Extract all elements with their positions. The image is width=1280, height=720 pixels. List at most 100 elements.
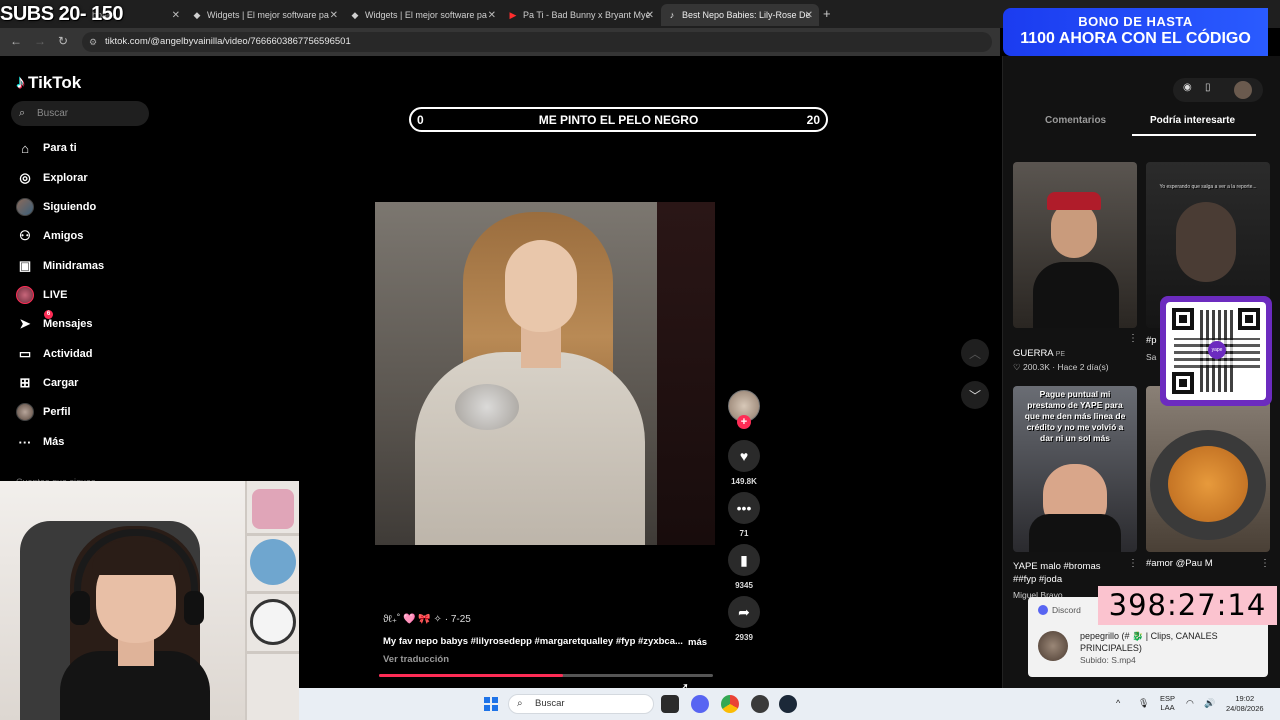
yape-qr-overlay: yape	[1160, 296, 1272, 406]
card-title[interactable]: YAPE malo #bromas ##fyp #joda	[1013, 560, 1123, 586]
sidebar-item-amigos[interactable]: ⚇ Amigos	[16, 226, 83, 246]
sidebar-item-para-ti[interactable]: ⌂ Para ti	[16, 138, 77, 158]
notification-message: pepegrillo (# 🐉 | Clips, CANALES PRINCIP…	[1080, 631, 1218, 653]
obs-app-icon[interactable]	[751, 695, 769, 713]
close-icon[interactable]: ✕	[330, 10, 338, 21]
more-options-icon[interactable]: ⋮	[1260, 558, 1270, 569]
share-count: 2939	[735, 633, 753, 642]
video-player[interactable]	[375, 202, 715, 545]
windows-start-icon[interactable]	[484, 697, 498, 711]
follow-plus-icon[interactable]: +	[737, 415, 751, 429]
new-tab-icon[interactable]: +	[823, 6, 831, 21]
sidebar-item-siguiendo[interactable]: Siguiendo	[16, 197, 96, 217]
comment-button[interactable]: ••• 71	[728, 492, 760, 538]
card-meta: ♡ 200.3K · Hace 2 día(s)	[1013, 362, 1109, 372]
tray-chevron-up-icon[interactable]: ^	[1116, 698, 1120, 708]
card-meta: Sa	[1146, 352, 1157, 362]
card-title[interactable]: #p	[1146, 335, 1157, 346]
tab-label: Best Nepo Babies: Lily-Rose De	[682, 10, 811, 20]
yape-logo-icon: yape	[1208, 341, 1226, 359]
next-video-chevron-down-icon[interactable]: ﹀	[961, 381, 989, 409]
user-avatar[interactable]	[1234, 81, 1252, 99]
sidebar-item-label: Más	[43, 436, 65, 448]
more-options-icon[interactable]: ⋮	[1128, 333, 1138, 344]
sidebar-item-minidramas[interactable]: ▣ Minidramas	[16, 256, 104, 276]
task-view-icon[interactable]	[661, 695, 679, 713]
tiktok-logo[interactable]: ♪ TikTok	[16, 72, 81, 93]
send-icon: ➤	[19, 316, 31, 331]
video-progress-fill	[379, 674, 563, 677]
discord-app-icon[interactable]	[691, 695, 709, 713]
sidebar-item-explorar[interactable]: ◎ Explorar	[16, 168, 87, 188]
sidebar-item-label: Mensajes	[43, 318, 93, 330]
compass-icon: ◎	[19, 170, 31, 185]
input-language[interactable]: ESP LAA	[1160, 694, 1175, 712]
translate-link[interactable]: Ver traducción	[383, 654, 449, 665]
address-bar[interactable]: ⚙ tiktok.com/@angelbyvainilla/video/7666…	[82, 32, 992, 52]
home-icon: ⌂	[21, 140, 29, 156]
like-button[interactable]: ♥ 149.8K	[728, 440, 760, 486]
compass-icon[interactable]: ◉	[1183, 82, 1192, 93]
close-icon[interactable]: ✕	[646, 10, 654, 21]
forward-arrow-icon[interactable]: →	[34, 34, 46, 48]
clock-time: 19:02	[1235, 694, 1255, 703]
microphone-icon[interactable]: 🎙	[1138, 698, 1149, 709]
browser-tab-2[interactable]: ◆ Widgets | El mejor software pa ✕	[186, 4, 344, 26]
tab-podria-interesarte[interactable]: Podría interesarte	[1150, 115, 1235, 126]
close-icon[interactable]: ✕	[488, 10, 496, 21]
sidebar-item-actividad[interactable]: ▭ Actividad	[16, 344, 93, 364]
live-icon	[16, 286, 34, 304]
tab-label: Widgets | El mejor software pa	[207, 10, 329, 20]
chrome-app-icon[interactable]	[721, 695, 739, 713]
sidebar-item-label: Siguiendo	[43, 201, 97, 213]
sidebar-item-label: Perfil	[43, 406, 71, 418]
sidebar-item-label: Actividad	[43, 348, 93, 360]
film-icon: ▣	[18, 258, 32, 273]
phone-icon[interactable]: ▯	[1205, 82, 1211, 93]
volume-icon[interactable]: 🔊	[1204, 698, 1215, 709]
site-info-icon[interactable]: ⚙	[89, 32, 97, 52]
streamelements-icon: ◆	[351, 10, 359, 20]
steam-app-icon[interactable]	[779, 695, 797, 713]
plus-square-icon: ⊞	[19, 375, 31, 390]
sidebar-item-live[interactable]: LIVE	[16, 285, 67, 305]
more-icon: ···	[18, 434, 32, 450]
more-options-icon[interactable]: ⋮	[1128, 558, 1138, 569]
browser-tab-3[interactable]: ◆ Widgets | El mejor software pa ✕	[344, 4, 502, 26]
close-icon[interactable]: ✕	[172, 10, 180, 21]
save-button[interactable]: ▮ 9345	[728, 544, 760, 590]
previous-video-chevron-up-icon[interactable]: ︿	[961, 339, 989, 367]
reload-icon[interactable]: ↻	[58, 34, 68, 48]
tiktok-icon: ♪	[669, 10, 675, 20]
sidebar-item-mas[interactable]: ··· Más	[16, 432, 65, 452]
sidebar-item-cargar[interactable]: ⊞ Cargar	[16, 373, 79, 393]
tiktok-note-icon: ♪	[16, 72, 25, 92]
wifi-icon[interactable]: ◠	[1186, 698, 1194, 709]
browser-tab-4[interactable]: ▶ Pa Ti - Bad Bunny x Bryant Mye ✕	[502, 4, 660, 26]
taskbar-clock[interactable]: 19:02 24/08/2026	[1226, 694, 1264, 714]
card-title[interactable]: GUERRA PE	[1013, 348, 1065, 359]
video-progress-bar[interactable]	[379, 674, 713, 677]
recommended-video-thumbnail[interactable]: Pague puntual mi prestamo de YAPE para q…	[1013, 386, 1137, 552]
caption-more-link[interactable]: más	[688, 637, 707, 648]
close-icon[interactable]: ✕	[805, 10, 813, 21]
share-arrow-icon: ➦	[728, 596, 760, 628]
taskbar-search[interactable]: ⌕ Buscar	[508, 694, 654, 714]
sidebar-item-mensajes[interactable]: ➤ 6 Mensajes	[16, 310, 93, 334]
sidebar-item-label: Cargar	[43, 377, 79, 389]
video-author-line[interactable]: ϑℓ₊˚ 🩷 🎀 ✧ · 7-25	[383, 614, 471, 625]
sidebar-item-perfil[interactable]: Perfil	[16, 402, 71, 422]
browser-tab-5-active[interactable]: ♪ Best Nepo Babies: Lily-Rose De ✕	[661, 4, 819, 26]
discord-label: Discord	[1052, 605, 1081, 615]
like-count: 149.8K	[731, 477, 757, 486]
promo-line-2: 1100 AHORA CON EL CÓDIGO	[1020, 30, 1251, 47]
logo-text: TikTok	[28, 72, 82, 92]
search-input[interactable]: ⌕ Buscar	[11, 101, 149, 126]
card-title[interactable]: #amor @Pau M	[1146, 558, 1213, 569]
back-arrow-icon[interactable]: ←	[10, 34, 22, 48]
share-button[interactable]: ➦ 2939	[728, 596, 760, 642]
tab-comentarios[interactable]: Comentarios	[1045, 115, 1106, 126]
lang-top: ESP	[1160, 694, 1176, 703]
recommended-video-thumbnail[interactable]	[1013, 162, 1137, 328]
recommended-video-thumbnail[interactable]	[1146, 386, 1270, 552]
